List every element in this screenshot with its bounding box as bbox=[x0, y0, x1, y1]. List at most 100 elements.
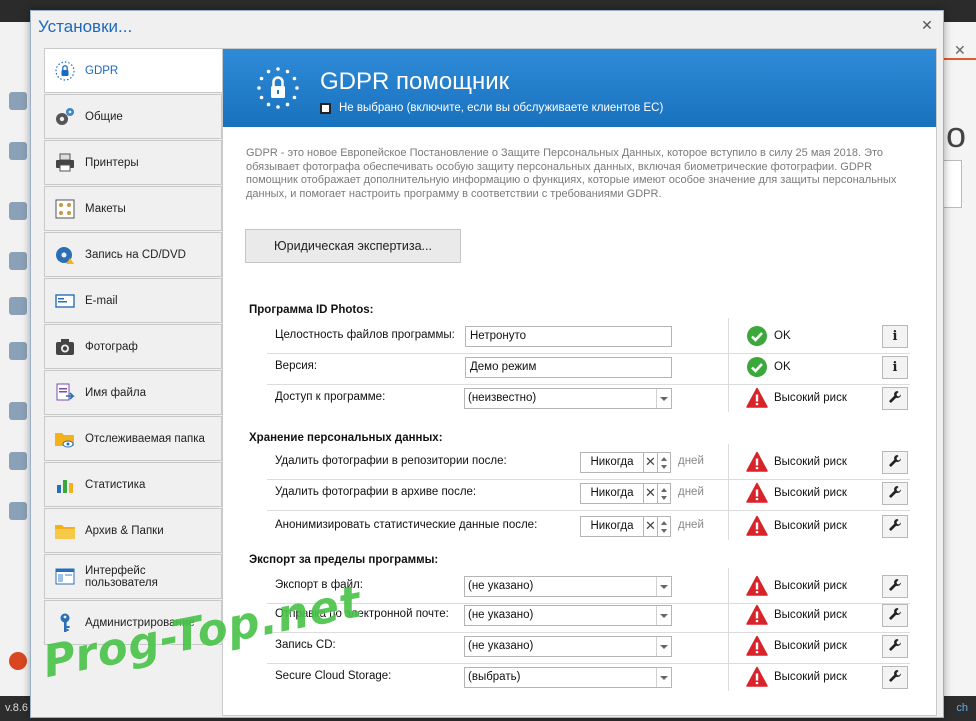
export-select[interactable]: (не указано) bbox=[464, 605, 672, 626]
program-value-field[interactable]: Нетронуто bbox=[465, 326, 672, 347]
export-select[interactable]: (не указано) bbox=[464, 636, 672, 657]
retention-stepper[interactable]: Никогда ✕ bbox=[580, 483, 672, 504]
nav-item-label: Общие bbox=[85, 110, 123, 123]
background-close-icon: ✕ bbox=[954, 42, 966, 58]
nav-item-2[interactable]: Принтеры bbox=[44, 140, 222, 185]
status-text: Высокий риск bbox=[774, 640, 847, 652]
retention-stepper[interactable]: Никогда ✕ bbox=[580, 516, 672, 537]
background-menu-icon bbox=[9, 502, 27, 520]
row-divider bbox=[267, 479, 910, 480]
status-high-risk: Высокий риск bbox=[746, 666, 847, 688]
background-select bbox=[942, 160, 962, 208]
chevron-down-icon[interactable] bbox=[656, 577, 671, 596]
export-select[interactable]: (не указано) bbox=[464, 576, 672, 597]
statistics-icon bbox=[54, 474, 76, 496]
arrow-down-icon[interactable] bbox=[661, 496, 667, 500]
stepper-value[interactable]: Никогда bbox=[580, 452, 643, 473]
up-down-arrows[interactable] bbox=[657, 516, 671, 537]
nav-item-label: Отслеживаемая папка bbox=[85, 432, 205, 445]
nav-item-11[interactable]: Интерфейс пользователя bbox=[44, 554, 222, 599]
configure-button[interactable] bbox=[882, 575, 908, 598]
warning-icon bbox=[746, 515, 768, 537]
background-chat-icon bbox=[9, 202, 27, 220]
status-high-risk: Высокий риск bbox=[746, 451, 847, 473]
watched-folder-icon bbox=[54, 428, 76, 450]
check-circle-icon bbox=[746, 325, 768, 347]
gdpr-enable-label[interactable]: Не выбрано (включите, если вы обслуживае… bbox=[339, 102, 663, 114]
configure-button[interactable] bbox=[882, 604, 908, 627]
up-down-arrows[interactable] bbox=[657, 483, 671, 504]
configure-button[interactable] bbox=[882, 515, 908, 538]
program-row-label: Целостность файлов программы: bbox=[275, 329, 455, 341]
background-monitor-icon bbox=[9, 342, 27, 360]
nav-item-9[interactable]: Статистика bbox=[44, 462, 222, 507]
stepper-value[interactable]: Никогда bbox=[580, 483, 643, 504]
nav-item-10[interactable]: Архив & Папки bbox=[44, 508, 222, 553]
program-select[interactable]: (неизвестно) bbox=[464, 388, 672, 409]
nav-item-7[interactable]: Имя файла bbox=[44, 370, 222, 415]
status-text: Высокий риск bbox=[774, 671, 847, 683]
nav-item-label: GDPR bbox=[85, 64, 119, 77]
status-text: OK bbox=[774, 330, 791, 342]
background-right-panel: ✕ о bbox=[942, 22, 976, 721]
status-high-risk: Высокий риск bbox=[746, 515, 847, 537]
arrow-up-icon[interactable] bbox=[661, 457, 667, 461]
retention-stepper[interactable]: Никогда ✕ bbox=[580, 452, 672, 473]
eu-star bbox=[292, 95, 297, 100]
warning-icon bbox=[746, 604, 768, 626]
disc-icon bbox=[54, 244, 76, 266]
nav-item-0[interactable]: GDPR bbox=[44, 48, 223, 93]
arrow-up-icon[interactable] bbox=[661, 488, 667, 492]
nav-item-label: Макеты bbox=[85, 202, 126, 215]
configure-button[interactable] bbox=[882, 387, 908, 410]
select-value: (не указано) bbox=[468, 580, 534, 592]
nav-item-8[interactable]: Отслеживаемая папка bbox=[44, 416, 222, 461]
info-button[interactable]: i bbox=[882, 325, 908, 348]
chevron-down-icon[interactable] bbox=[656, 606, 671, 625]
chevron-down-icon[interactable] bbox=[656, 637, 671, 656]
configure-button[interactable] bbox=[882, 635, 908, 658]
export-select[interactable]: (выбрать) bbox=[464, 667, 672, 688]
camera-icon bbox=[54, 336, 76, 358]
select-value: (неизвестно) bbox=[468, 392, 537, 404]
eu-star bbox=[259, 76, 264, 81]
configure-button[interactable] bbox=[882, 666, 908, 689]
wrench-icon bbox=[888, 638, 902, 655]
up-down-arrows[interactable] bbox=[657, 452, 671, 473]
export-row-label: Secure Cloud Storage: bbox=[275, 670, 392, 682]
warning-icon bbox=[746, 482, 768, 504]
warning-icon bbox=[746, 451, 768, 473]
stepper-value[interactable]: Никогда bbox=[580, 516, 643, 537]
nav-item-5[interactable]: E-mail bbox=[44, 278, 222, 323]
info-button[interactable]: i bbox=[882, 356, 908, 379]
close-icon[interactable]: ✕ bbox=[919, 17, 935, 33]
nav-item-4[interactable]: Запись на CD/DVD bbox=[44, 232, 222, 277]
arrow-down-icon[interactable] bbox=[661, 465, 667, 469]
nav-item-6[interactable]: Фотограф bbox=[44, 324, 222, 369]
gdpr-enable-checkbox[interactable] bbox=[320, 103, 331, 114]
clear-icon[interactable]: ✕ bbox=[643, 516, 657, 537]
program-value-field[interactable]: Демо режим bbox=[465, 357, 672, 378]
background-user-icon bbox=[9, 92, 27, 110]
export-section-title: Экспорт за пределы программы: bbox=[249, 554, 439, 566]
eu-star bbox=[276, 67, 280, 71]
key-icon bbox=[54, 612, 76, 634]
legal-review-button[interactable]: Юридическая экспертиза... bbox=[245, 229, 461, 263]
nav-item-label: Принтеры bbox=[85, 156, 139, 169]
chevron-down-icon[interactable] bbox=[656, 668, 671, 687]
clear-icon[interactable]: ✕ bbox=[643, 452, 657, 473]
info-icon: i bbox=[892, 360, 898, 375]
wrench-icon bbox=[888, 518, 902, 535]
clear-icon[interactable]: ✕ bbox=[643, 483, 657, 504]
arrow-down-icon[interactable] bbox=[661, 529, 667, 533]
program-row-label: Доступ к программе: bbox=[275, 391, 386, 403]
configure-button[interactable] bbox=[882, 451, 908, 474]
arrow-up-icon[interactable] bbox=[661, 521, 667, 525]
chevron-down-icon[interactable] bbox=[656, 389, 671, 408]
storage-section-title: Хранение персональных данных: bbox=[249, 432, 443, 444]
configure-button[interactable] bbox=[882, 482, 908, 505]
nav-item-3[interactable]: Макеты bbox=[44, 186, 222, 231]
status-high-risk: Высокий риск bbox=[746, 635, 847, 657]
status-high-risk: Высокий риск bbox=[746, 575, 847, 597]
nav-item-1[interactable]: Общие bbox=[44, 94, 222, 139]
